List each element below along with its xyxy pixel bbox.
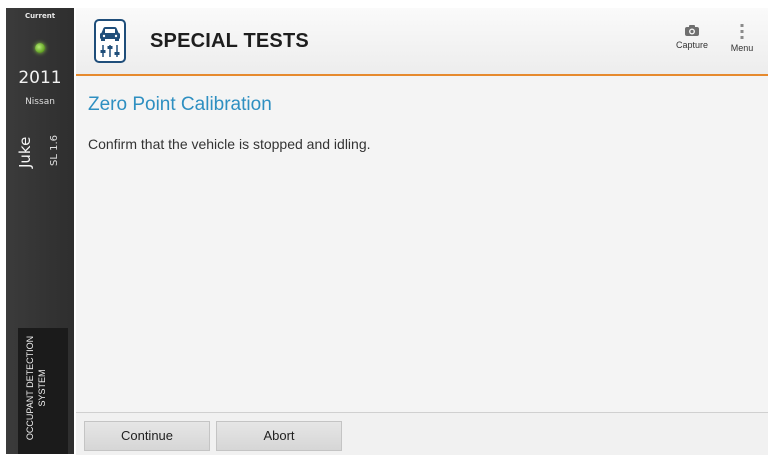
content-area: Zero Point Calibration Confirm that the … xyxy=(76,76,768,412)
menu-label: Menu xyxy=(730,43,754,53)
capture-label: Capture xyxy=(675,40,709,50)
vehicle-sidebar: Current 2011 Nissan Juke SL 1.6 OCCUPANT… xyxy=(6,8,74,454)
test-title: Zero Point Calibration xyxy=(88,94,272,115)
continue-button[interactable]: Continue xyxy=(84,421,210,451)
vehicle-year: 2011 xyxy=(18,68,62,88)
camera-icon xyxy=(685,25,699,36)
page-title: SPECIAL TESTS xyxy=(150,30,309,52)
vehicle-model: Juke xyxy=(16,136,34,168)
vehicle-make: Nissan xyxy=(25,97,55,107)
car-sliders-icon xyxy=(94,19,126,63)
capture-button[interactable]: Capture xyxy=(671,24,713,50)
menu-dots-icon xyxy=(740,24,744,39)
instruction-text: Confirm that the vehicle is stopped and … xyxy=(88,136,371,152)
vehicle-trim: SL 1.6 xyxy=(49,134,60,166)
abort-button[interactable]: Abort xyxy=(216,421,342,451)
menu-button[interactable]: Menu xyxy=(724,24,760,53)
system-name: OCCUPANT DETECTION SYSTEM xyxy=(25,335,47,441)
system-panel[interactable]: OCCUPANT DETECTION SYSTEM xyxy=(18,328,68,454)
header-bar: SPECIAL TESTS Capture Menu xyxy=(76,8,768,76)
status-indicator-icon xyxy=(35,43,45,53)
current-label: Current xyxy=(24,12,56,20)
action-bar: Continue Abort xyxy=(76,412,768,455)
